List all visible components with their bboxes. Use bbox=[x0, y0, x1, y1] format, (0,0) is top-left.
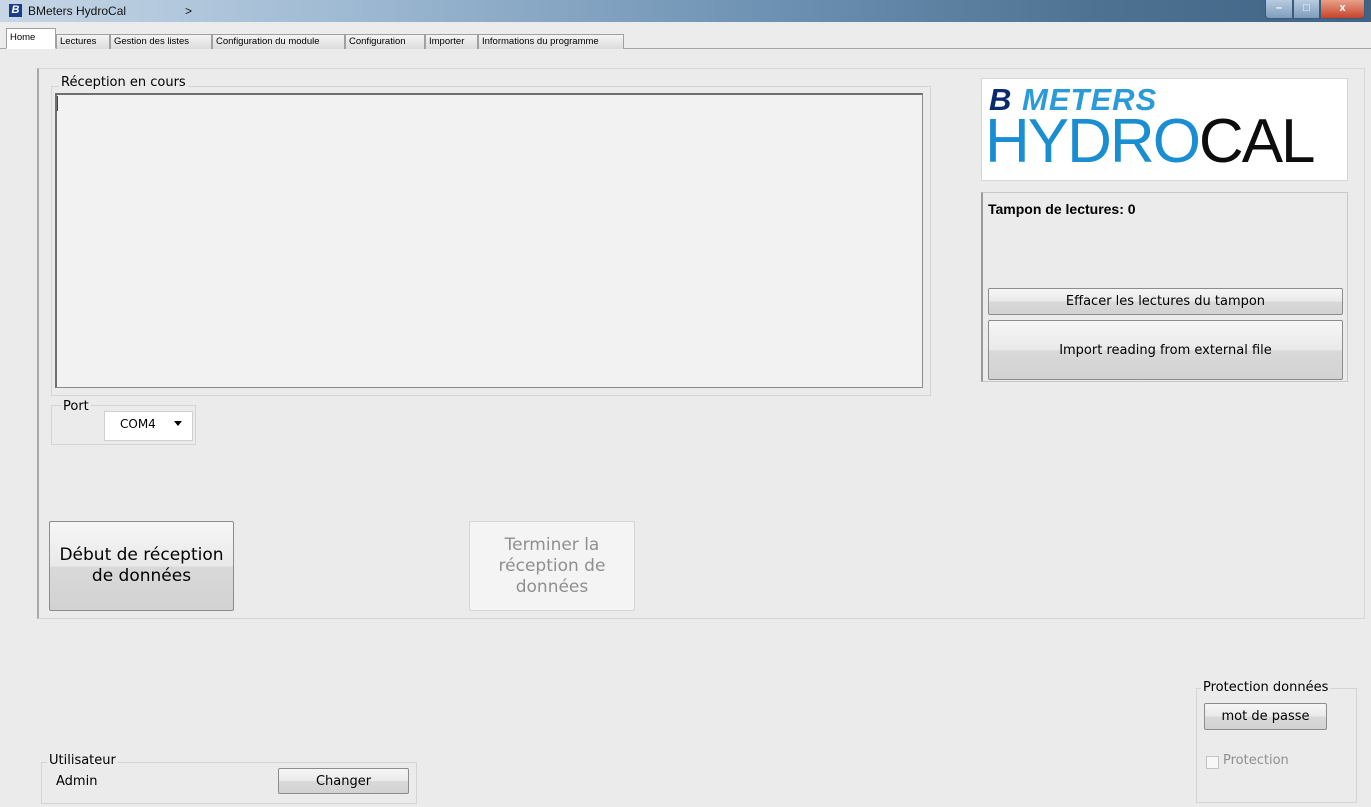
window-controls: – □ x bbox=[1265, 0, 1365, 19]
text-caret bbox=[57, 96, 58, 111]
stop-reception-button[interactable]: Terminer la réception de données bbox=[469, 521, 635, 611]
title-bar: B BMeters HydroCal > – □ x bbox=[0, 0, 1371, 22]
reception-log-textarea[interactable] bbox=[55, 93, 923, 388]
title-chevron: > bbox=[185, 4, 193, 18]
bmeters-hydrocal-logo: B METERS HYDROCAL bbox=[981, 78, 1348, 181]
port-group-label: Port bbox=[61, 399, 91, 414]
buffer-count-label: Tampon de lectures: 0 bbox=[988, 201, 1136, 217]
minimize-button[interactable]: – bbox=[1265, 0, 1293, 19]
user-group-label: Utilisateur bbox=[47, 753, 118, 768]
logo-product-text: HYDROCAL bbox=[985, 107, 1316, 176]
maximize-button[interactable]: □ bbox=[1293, 0, 1320, 19]
password-button[interactable]: mot de passe bbox=[1204, 703, 1327, 730]
tab-home[interactable]: Home bbox=[6, 28, 56, 49]
tab-gestion-des-listes[interactable]: Gestion des listes bbox=[110, 34, 212, 49]
change-user-button[interactable]: Changer bbox=[278, 768, 409, 794]
chevron-down-icon[interactable] bbox=[174, 421, 182, 426]
tab-lectures[interactable]: Lectures bbox=[56, 34, 110, 49]
reception-group-label: Réception en cours bbox=[59, 75, 188, 90]
tab-informations-du-programme[interactable]: Informations du programme bbox=[478, 34, 624, 49]
tab-configuration[interactable]: Configuration bbox=[345, 34, 425, 49]
protection-checkbox[interactable] bbox=[1206, 756, 1219, 769]
protection-group-label: Protection données bbox=[1201, 680, 1331, 695]
port-select-value: COM4 bbox=[120, 417, 156, 431]
user-name: Admin bbox=[56, 774, 98, 789]
start-reception-button[interactable]: Début de réception de données bbox=[49, 521, 234, 611]
tab-importer[interactable]: Importer bbox=[425, 34, 478, 49]
window-title: BMeters HydroCal bbox=[28, 4, 127, 18]
close-button[interactable]: x bbox=[1320, 0, 1365, 19]
import-external-file-button[interactable]: Import reading from external file bbox=[988, 320, 1343, 380]
clear-buffer-button[interactable]: Effacer les lectures du tampon bbox=[988, 288, 1343, 315]
protection-checkbox-label: Protection bbox=[1223, 753, 1289, 768]
app-logo-icon: B bbox=[9, 4, 22, 17]
tab-configuration-du-module[interactable]: Configuration du module bbox=[212, 34, 345, 49]
